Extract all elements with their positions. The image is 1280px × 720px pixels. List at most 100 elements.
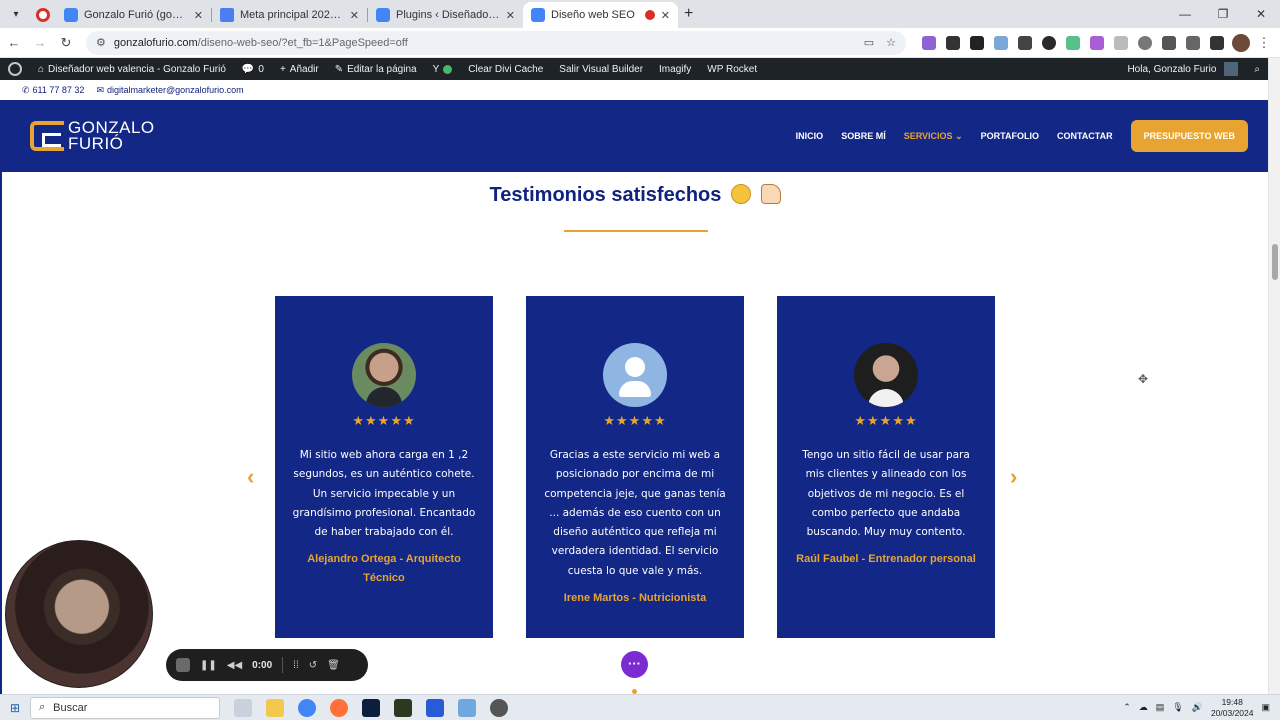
network-icon[interactable]: ▤ xyxy=(1156,702,1165,713)
extension-icon[interactable] xyxy=(1018,35,1032,50)
star-rating: ★★★★★ xyxy=(854,413,918,428)
browser-tab-2[interactable]: Meta principal 2024.docx - Doc ✕ xyxy=(212,2,367,28)
file-explorer-icon[interactable] xyxy=(266,698,284,717)
extension-icon[interactable] xyxy=(1114,35,1128,50)
new-tab-button[interactable]: + xyxy=(684,5,693,23)
rewind-icon[interactable]: ◀◀ xyxy=(227,660,242,671)
search-icon[interactable]: ⌕ xyxy=(1246,64,1268,75)
cast-icon[interactable]: ▭ xyxy=(864,36,874,49)
browser-tab-active[interactable]: Diseño web SEO ✕ xyxy=(523,2,678,28)
system-tray: ⌃ ☁ ▤ 🎙 🔊 19:48 20/03/2024 ▣ xyxy=(1123,697,1280,719)
extension-icon[interactable] xyxy=(922,35,936,50)
nav-contactar[interactable]: CONTACTAR xyxy=(1057,131,1113,141)
chrome-icon[interactable] xyxy=(298,698,316,717)
forward-icon[interactable]: → xyxy=(28,35,52,50)
email-link[interactable]: ✉ digitalmarketer@gonzalofurio.com xyxy=(96,85,243,96)
notes-app-icon[interactable] xyxy=(394,698,412,717)
carousel-prev-arrow-icon[interactable]: ‹ xyxy=(247,464,254,490)
wordpress-icon xyxy=(8,62,22,76)
move-cursor-icon: ✥ xyxy=(1138,372,1149,386)
wp-logo-menu[interactable] xyxy=(0,62,30,76)
profile-avatar[interactable] xyxy=(1232,33,1250,52)
browser-tab-3[interactable]: Plugins ‹ Diseñador web valen ✕ xyxy=(368,2,523,28)
chevron-up-icon[interactable]: ⌃ xyxy=(1123,702,1131,713)
clock-time: 19:48 xyxy=(1221,696,1243,707)
windows-start-icon[interactable]: ⊞ xyxy=(0,701,30,715)
extension-icon[interactable] xyxy=(1066,35,1080,50)
close-icon[interactable]: ✕ xyxy=(350,9,359,22)
scrollbar-thumb[interactable] xyxy=(1272,244,1278,280)
tab-recording[interactable] xyxy=(30,2,56,28)
wp-howdy[interactable]: Hola, Gonzalo Furio xyxy=(1119,62,1246,76)
nav-sobre-mi[interactable]: SOBRE MÍ xyxy=(841,131,886,141)
bookmark-star-icon[interactable]: ☆ xyxy=(886,36,896,49)
builder-options-button[interactable]: ··· xyxy=(621,651,648,678)
page-scrollbar[interactable] xyxy=(1268,58,1280,694)
notification-icon[interactable]: ▣ xyxy=(1261,702,1270,713)
extension-icon[interactable] xyxy=(1090,35,1104,50)
microphone-icon[interactable]: 🎙 xyxy=(1172,702,1183,713)
wp-add-new[interactable]: + Añadir xyxy=(272,64,327,75)
pause-icon[interactable]: ❚❚ xyxy=(200,660,217,671)
wp-edit-page[interactable]: ✎ Editar la página xyxy=(327,64,425,75)
wp-imagify[interactable]: Imagify xyxy=(651,64,699,75)
nav-servicios[interactable]: SERVICIOS ⌄ xyxy=(904,131,963,142)
pencil-icon: ✎ xyxy=(334,63,344,75)
restart-icon[interactable]: ↺ xyxy=(309,660,317,671)
extension-icon[interactable] xyxy=(970,35,984,50)
grid-icon[interactable]: ⁞⁞ xyxy=(293,660,299,671)
browser-tab-1[interactable]: Gonzalo Furió (gonzalofurio.com ✕ xyxy=(56,2,211,28)
site-logo[interactable]: GONZALO FURIÓ xyxy=(30,119,155,152)
site-favicon-icon xyxy=(64,8,78,22)
volume-icon[interactable]: 🔊 xyxy=(1192,702,1203,713)
tab-search-button[interactable]: ▾ xyxy=(4,2,28,26)
reload-icon[interactable]: ↻ xyxy=(54,35,78,51)
wp-exit-builder[interactable]: Salir Visual Builder xyxy=(551,64,651,75)
tab-title: Gonzalo Furió (gonzalofurio.com xyxy=(84,9,188,21)
close-icon[interactable]: ✕ xyxy=(661,9,670,22)
extensions-bar xyxy=(922,35,1224,50)
app-icon[interactable] xyxy=(458,698,476,717)
site-info-icon[interactable]: ⚙ xyxy=(96,36,106,49)
close-window-icon[interactable]: ✕ xyxy=(1242,7,1280,21)
eyedropper-icon[interactable] xyxy=(946,35,960,50)
extension-icon[interactable] xyxy=(1138,35,1152,50)
wp-clear-cache[interactable]: Clear Divi Cache xyxy=(460,64,551,75)
browser-menu-icon[interactable]: ⋮ xyxy=(1252,35,1276,51)
puzzle-icon[interactable] xyxy=(1162,35,1176,50)
recorder-controls: ❚❚ ◀◀ 0:00 ⁞⁞ ↺ 🗑 xyxy=(166,649,368,681)
side-panel-icon[interactable] xyxy=(1210,35,1224,50)
carousel-next-arrow-icon[interactable]: › xyxy=(1010,464,1017,490)
reading-list-icon[interactable] xyxy=(1186,35,1200,50)
trash-icon[interactable]: 🗑 xyxy=(327,660,340,671)
taskbar-clock[interactable]: 19:48 20/03/2024 xyxy=(1211,697,1254,719)
wp-yoast[interactable]: Y xyxy=(425,64,461,75)
star-rating: ★★★★★ xyxy=(603,413,667,428)
weather-icon[interactable]: ☁ xyxy=(1139,702,1148,713)
task-view-icon[interactable] xyxy=(234,698,252,717)
restore-icon[interactable]: ❐ xyxy=(1204,7,1242,21)
settings-gear-icon[interactable] xyxy=(490,698,508,717)
stop-record-button[interactable] xyxy=(176,658,190,672)
photoshop-icon[interactable] xyxy=(362,698,380,717)
extension-icon[interactable] xyxy=(1042,35,1056,50)
word-icon[interactable] xyxy=(426,698,444,717)
testimonial-quote: Tengo un sitio fácil de usar para mis cl… xyxy=(802,449,970,539)
budget-cta-button[interactable]: PRESUPUESTO WEB xyxy=(1130,120,1248,152)
wp-comments[interactable]: 💬 0 xyxy=(234,64,272,75)
nav-inicio[interactable]: INICIO xyxy=(796,131,824,141)
wp-site-name[interactable]: ⌂ Diseñador web valencia - Gonzalo Furió xyxy=(30,64,234,75)
firefox-icon[interactable] xyxy=(330,698,348,717)
taskbar-search[interactable]: ⌕ Buscar xyxy=(30,696,220,719)
close-icon[interactable]: ✕ xyxy=(194,9,203,22)
thumbs-up-icon xyxy=(760,184,781,204)
comment-icon: 💬 xyxy=(241,63,255,75)
phone-link[interactable]: ✆ 611 77 87 32 xyxy=(22,85,84,96)
close-icon[interactable]: ✕ xyxy=(506,9,515,22)
nav-portafolio[interactable]: PORTAFOLIO xyxy=(981,131,1039,141)
extension-icon[interactable] xyxy=(994,35,1008,50)
url-input[interactable]: ⚙ gonzalofurio.com /diseno-web-seo/?et_f… xyxy=(86,30,906,55)
wp-rocket[interactable]: WP Rocket xyxy=(699,64,765,75)
minimize-icon[interactable]: — xyxy=(1166,7,1204,21)
back-icon[interactable]: ← xyxy=(2,35,26,50)
